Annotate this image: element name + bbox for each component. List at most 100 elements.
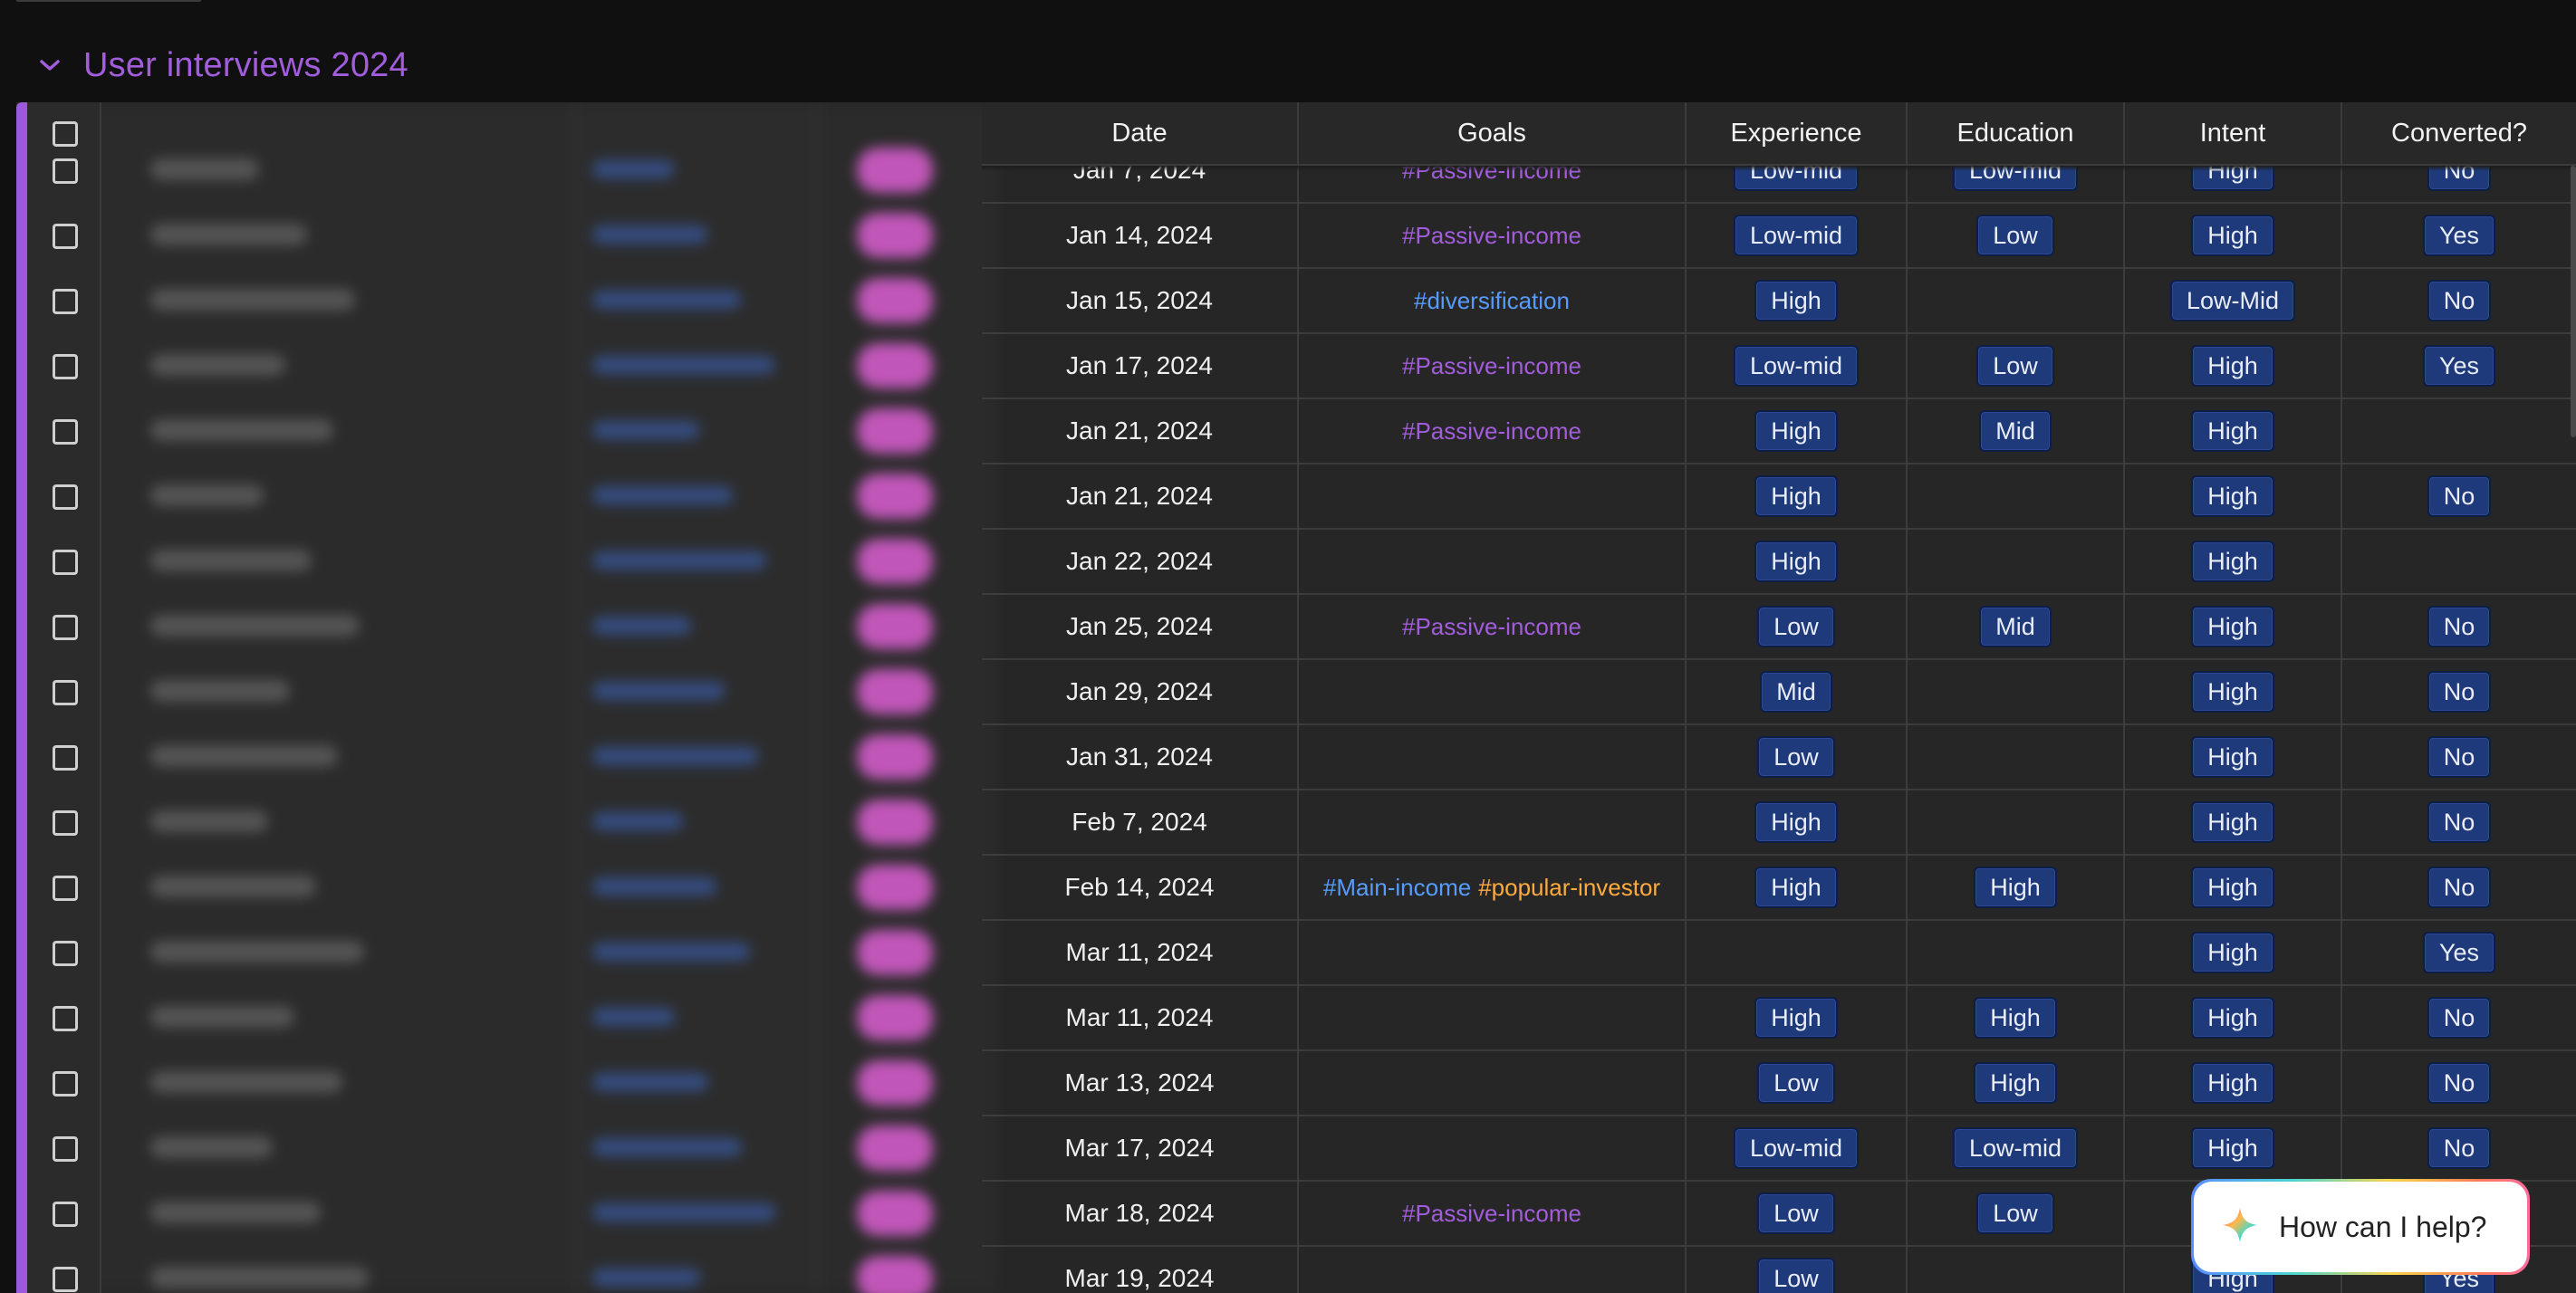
experience-label-pill[interactable]: Low [1757,736,1835,778]
column-header-experience[interactable]: Experience [1687,102,1908,166]
column-header-intent[interactable]: Intent [2125,102,2342,166]
education-cell[interactable]: Low [1908,334,2125,397]
experience-label-pill[interactable]: High [1754,801,1838,843]
intent-cell[interactable]: High [2125,595,2342,658]
intent-cell[interactable]: High [2125,921,2342,984]
education-cell[interactable]: Low [1908,1182,2125,1245]
experience-label-pill[interactable]: Low-mid [1733,215,1860,256]
table-row[interactable]: Jan 31, 2024 Low High No [982,725,2576,790]
intent-label-pill[interactable]: High [2191,997,2274,1039]
table-row[interactable]: Jan 25, 2024 #Passive-income Low Mid High No [982,595,2576,660]
intent-label-pill[interactable]: High [2191,801,2274,843]
intent-label-pill[interactable]: High [2191,867,2274,908]
intent-cell[interactable]: High [2125,790,2342,854]
converted-cell[interactable]: No [2342,1051,2576,1115]
table-row[interactable]: Jan 15, 2024 #diversification High Low-Mid N… [982,269,2576,334]
date-cell[interactable]: Mar 11, 2024 [982,986,1299,1049]
table-row[interactable]: Mar 11, 2024 High Yes [982,921,2576,986]
intent-cell[interactable]: High [2125,334,2342,397]
education-cell[interactable] [1908,660,2125,723]
converted-cell[interactable] [2342,530,2576,593]
converted-cell[interactable]: Yes [2342,334,2576,397]
experience-label-pill[interactable]: Low [1757,1258,1835,1293]
intent-cell[interactable]: High [2125,399,2342,463]
converted-cell[interactable]: No [2342,986,2576,1049]
date-cell[interactable]: Jan 31, 2024 [982,725,1299,789]
date-cell[interactable]: Jan 22, 2024 [982,530,1299,593]
experience-label-pill[interactable]: Low-mid [1733,345,1860,387]
converted-label-pill[interactable]: No [2427,736,2492,778]
education-cell[interactable]: High [1908,986,2125,1049]
experience-cell[interactable]: High [1687,269,1908,332]
education-label-pill[interactable]: Low [1976,345,2054,387]
converted-cell[interactable]: Yes [2342,204,2576,267]
education-cell[interactable]: Low [1908,204,2125,267]
date-cell[interactable]: Mar 13, 2024 [982,1051,1299,1115]
table-row[interactable]: Jan 22, 2024 High High [982,530,2576,595]
converted-label-pill[interactable]: No [2427,606,2492,647]
column-header-converted[interactable]: Converted? [2342,102,2576,166]
experience-label-pill[interactable]: High [1754,280,1838,321]
experience-label-pill[interactable]: Low [1757,1062,1835,1104]
row-checkbox[interactable] [53,680,78,705]
converted-cell[interactable]: No [2342,856,2576,919]
experience-cell[interactable]: Low [1687,595,1908,658]
date-cell[interactable]: Jan 25, 2024 [982,595,1299,658]
intent-cell[interactable]: High [2125,530,2342,593]
table-row[interactable]: Mar 17, 2024 Low-mid Low-mid High No [982,1116,2576,1182]
experience-cell[interactable]: Low-mid [1687,204,1908,267]
intent-label-pill[interactable]: High [2191,541,2274,582]
intent-cell[interactable]: High [2125,465,2342,528]
row-checkbox[interactable] [53,1202,78,1227]
goal-tag[interactable]: #Main-income [1323,874,1471,902]
experience-label-pill[interactable]: Low-mid [1733,1127,1860,1169]
intent-cell[interactable]: Low-Mid [2125,269,2342,332]
experience-cell[interactable]: High [1687,856,1908,919]
experience-label-pill[interactable]: High [1754,475,1838,517]
intent-label-pill[interactable]: High [2191,410,2274,452]
date-cell[interactable]: Jan 21, 2024 [982,399,1299,463]
date-cell[interactable]: Mar 17, 2024 [982,1116,1299,1180]
experience-cell[interactable] [1687,921,1908,984]
date-cell[interactable]: Mar 18, 2024 [982,1182,1299,1245]
goal-tag[interactable]: #Passive-income [1402,613,1581,641]
goals-cell[interactable] [1299,1247,1687,1293]
date-cell[interactable]: Mar 19, 2024 [982,1247,1299,1293]
intent-cell[interactable]: High [2125,204,2342,267]
converted-label-pill[interactable]: No [2427,475,2492,517]
column-header-date[interactable]: Date [982,102,1299,166]
intent-cell[interactable]: High [2125,1116,2342,1180]
converted-label-pill[interactable]: Yes [2422,345,2496,387]
experience-cell[interactable]: High [1687,399,1908,463]
goal-tag[interactable]: #Passive-income [1402,352,1581,380]
converted-cell[interactable]: No [2342,269,2576,332]
intent-label-pill[interactable]: High [2191,1062,2274,1104]
education-label-pill[interactable]: High [1974,867,2057,908]
goals-cell[interactable]: #Passive-income [1299,1182,1687,1245]
experience-label-pill[interactable]: High [1754,997,1838,1039]
assistant-button[interactable]: How can I help? [2191,1179,2530,1275]
education-cell[interactable] [1908,530,2125,593]
goal-tag[interactable]: #Passive-income [1402,222,1581,250]
experience-label-pill[interactable]: High [1754,541,1838,582]
education-cell[interactable] [1908,725,2125,789]
education-cell[interactable]: Low-mid [1908,1116,2125,1180]
date-cell[interactable]: Feb 7, 2024 [982,790,1299,854]
row-checkbox[interactable] [53,615,78,640]
experience-cell[interactable]: Low [1687,1051,1908,1115]
experience-cell[interactable]: Mid [1687,660,1908,723]
experience-cell[interactable]: High [1687,790,1908,854]
experience-cell[interactable]: Low [1687,1247,1908,1293]
education-cell[interactable]: Mid [1908,399,2125,463]
table-row[interactable]: Jan 14, 2024 #Passive-income Low-mid Low Hig… [982,204,2576,269]
goals-cell[interactable] [1299,660,1687,723]
row-checkbox[interactable] [53,550,78,575]
intent-cell[interactable]: High [2125,660,2342,723]
education-label-pill[interactable]: High [1974,1062,2057,1104]
education-cell[interactable] [1908,465,2125,528]
intent-label-pill[interactable]: High [2191,932,2274,973]
experience-cell[interactable]: High [1687,465,1908,528]
row-checkbox[interactable] [53,1136,78,1162]
experience-cell[interactable]: High [1687,986,1908,1049]
experience-label-pill[interactable]: Mid [1760,671,1832,713]
